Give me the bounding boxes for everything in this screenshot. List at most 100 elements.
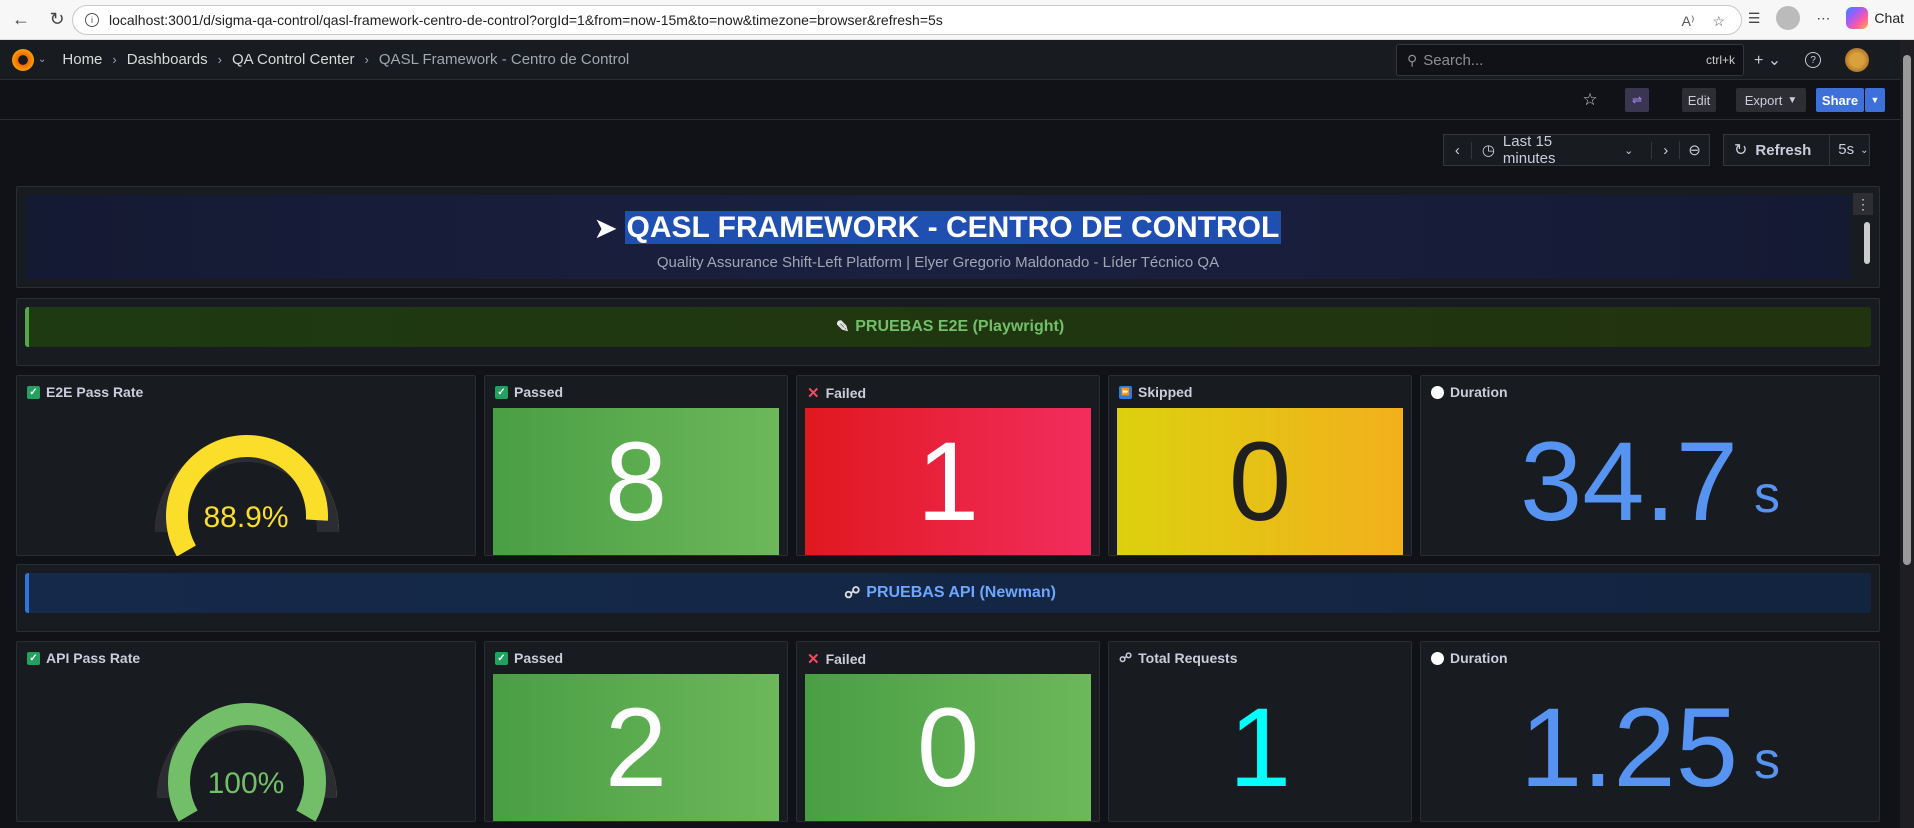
satellite-icon: ☍ [844, 585, 861, 602]
chevron-down-icon[interactable]: ⌄ [1624, 144, 1633, 157]
e2e-skipped-panel: ⏩ Skipped 0 [1108, 375, 1412, 556]
refresh-icon[interactable]: ↻ [1734, 140, 1747, 160]
api-passed-value: 2 [493, 674, 779, 821]
chevron-down-icon[interactable]: ⌄ [38, 54, 46, 65]
panel-title: ✕ Failed [807, 650, 866, 668]
e2e-banner-text: PRUEBAS E2E (Playwright) [855, 318, 1065, 335]
search-input[interactable]: ⚲ Search... ctrl+k [1396, 44, 1744, 76]
search-placeholder: Search... [1423, 51, 1484, 69]
share-button[interactable]: Share [1816, 88, 1864, 112]
read-aloud-icon[interactable]: A⁾ [1682, 13, 1695, 30]
site-info-icon[interactable]: i [85, 13, 99, 27]
favorites-icon[interactable]: ☰ [1748, 10, 1761, 27]
breadcrumb-dashboards[interactable]: Dashboards [127, 51, 208, 68]
toggle-icon[interactable]: ⇌ [1625, 88, 1649, 112]
breadcrumb-folder[interactable]: QA Control Center [232, 51, 355, 68]
chat-button[interactable]: Chat [1846, 7, 1904, 29]
panel-title-text: Failed [825, 651, 867, 667]
e2e-passed-panel: ✓ Passed 8 [484, 375, 788, 556]
stopwatch-icon [1431, 385, 1444, 399]
favorite-star-icon[interactable]: ☆ [1712, 13, 1725, 30]
api-passed-panel: ✓ Passed 2 [484, 641, 788, 822]
panel-menu-icon[interactable]: ⋮ [1853, 193, 1873, 215]
chat-label: Chat [1874, 10, 1904, 26]
search-shortcut: ctrl+k [1705, 53, 1735, 67]
header-subtitle: Quality Assurance Shift-Left Platform | … [656, 254, 1220, 271]
stopwatch-icon [1431, 651, 1444, 665]
e2e-passed-value: 8 [493, 408, 779, 555]
api-duration: 1.25 s [1429, 674, 1871, 821]
panel-title: ✓ E2E Pass Rate [27, 384, 143, 400]
e2e-duration-unit: s [1753, 466, 1780, 524]
more-icon[interactable]: ⋯ [1816, 10, 1830, 27]
edit-button[interactable]: Edit [1682, 88, 1716, 112]
breadcrumb-home[interactable]: Home [62, 51, 102, 68]
add-icon[interactable]: + ⌄ [1754, 50, 1781, 70]
chevron-down-icon[interactable]: ⌄ [1860, 145, 1868, 156]
header-title-text: QASL FRAMEWORK - CENTRO DE CONTROL [624, 211, 1282, 244]
refresh-picker: ↻ Refresh 5s ⌄ [1723, 134, 1870, 166]
clock-icon: ◷ [1481, 142, 1495, 159]
panel-title: Duration [1431, 384, 1508, 400]
e2e-banner-panel: ✎ PRUEBAS E2E (Playwright) [16, 298, 1880, 366]
panel-title: ✕ Failed [807, 384, 866, 402]
check-icon: ✓ [27, 651, 40, 665]
e2e-duration: 34.7 s [1429, 408, 1871, 555]
time-forward-icon[interactable]: › [1651, 141, 1679, 159]
api-failed-panel: ✕ Failed 0 [796, 641, 1100, 822]
export-button[interactable]: Export ▼ [1736, 88, 1806, 112]
reload-icon[interactable]: ↻ [42, 5, 72, 35]
time-range[interactable]: Last 15 minutes [1503, 133, 1608, 167]
panel-title: ☍ Total Requests [1119, 650, 1237, 666]
breadcrumb: Home › Dashboards › QA Control Center › … [62, 51, 629, 68]
pen-icon: ✎ [835, 319, 850, 336]
panel-title-text: Failed [825, 385, 867, 401]
browser-toolbar: ← ↻ i localhost:3001/d/sigma-qa-control/… [0, 0, 1914, 40]
rocket-icon: ➤ [594, 213, 617, 243]
close-icon: ✕ [807, 651, 820, 668]
e2e-skipped-value: 0 [1117, 408, 1403, 555]
api-banner: ☍ PRUEBAS API (Newman) [25, 573, 1871, 613]
panel-title-text: Skipped [1138, 384, 1193, 400]
satellite-icon: ☍ [1119, 650, 1133, 665]
refresh-button[interactable]: Refresh [1755, 142, 1811, 159]
api-total-requests-value: 1 [1228, 685, 1292, 810]
panel-title-text: Duration [1450, 384, 1508, 400]
panel-title-text: E2E Pass Rate [46, 384, 144, 400]
header-panel: ➤ QASL FRAMEWORK - CENTRO DE CONTROL Qual… [16, 186, 1880, 288]
e2e-duration-value: 34.7 [1520, 419, 1738, 544]
browser-profile-icon[interactable] [1776, 6, 1801, 30]
copilot-icon [1846, 7, 1869, 29]
page-scrollbar-thumb[interactable] [1903, 55, 1911, 565]
grafana-top-nav: ⌄ Home › Dashboards › QA Control Center … [0, 40, 1900, 80]
panel-scrollbar[interactable] [1864, 222, 1870, 264]
address-bar[interactable]: i localhost:3001/d/sigma-qa-control/qasl… [72, 5, 1742, 35]
api-pass-rate-value: 100% [207, 767, 285, 800]
check-icon: ✓ [495, 385, 508, 399]
back-icon[interactable]: ← [6, 5, 36, 35]
panel-title-text: API Pass Rate [46, 650, 141, 666]
header-title: ➤ QASL FRAMEWORK - CENTRO DE CONTROL [17, 211, 1859, 245]
share-dropdown-icon[interactable]: ▼ [1865, 88, 1885, 112]
e2e-pass-rate-value: 88.9% [203, 501, 289, 534]
api-failed-value: 0 [805, 674, 1091, 821]
api-banner-panel: ☍ PRUEBAS API (Newman) [16, 564, 1880, 632]
api-total-requests-panel: ☍ Total Requests 1 [1108, 641, 1412, 822]
api-duration-panel: Duration 1.25 s [1420, 641, 1880, 822]
api-duration-unit: s [1753, 732, 1780, 790]
panel-title: ✓ Passed [495, 384, 563, 400]
panel-title: ✓ API Pass Rate [27, 650, 140, 666]
zoom-out-icon[interactable]: ⊖ [1679, 141, 1709, 159]
e2e-failed-value: 1 [805, 408, 1091, 555]
star-icon[interactable]: ☆ [1578, 88, 1602, 112]
grafana-logo-icon[interactable] [12, 48, 34, 71]
time-back-icon[interactable]: ‹ [1444, 141, 1472, 159]
help-icon[interactable]: ? [1805, 52, 1822, 68]
e2e-banner: ✎ PRUEBAS E2E (Playwright) [25, 307, 1871, 347]
refresh-interval[interactable]: 5s [1829, 134, 1854, 166]
panel-title: ✓ Passed [495, 650, 563, 666]
user-avatar[interactable] [1845, 48, 1870, 72]
close-icon: ✕ [807, 385, 820, 402]
chevron-down-icon: ▼ [1787, 94, 1798, 106]
dashboard-toolbar: ☆ ⇌ Edit Export ▼ Share ▼ [0, 80, 1900, 120]
